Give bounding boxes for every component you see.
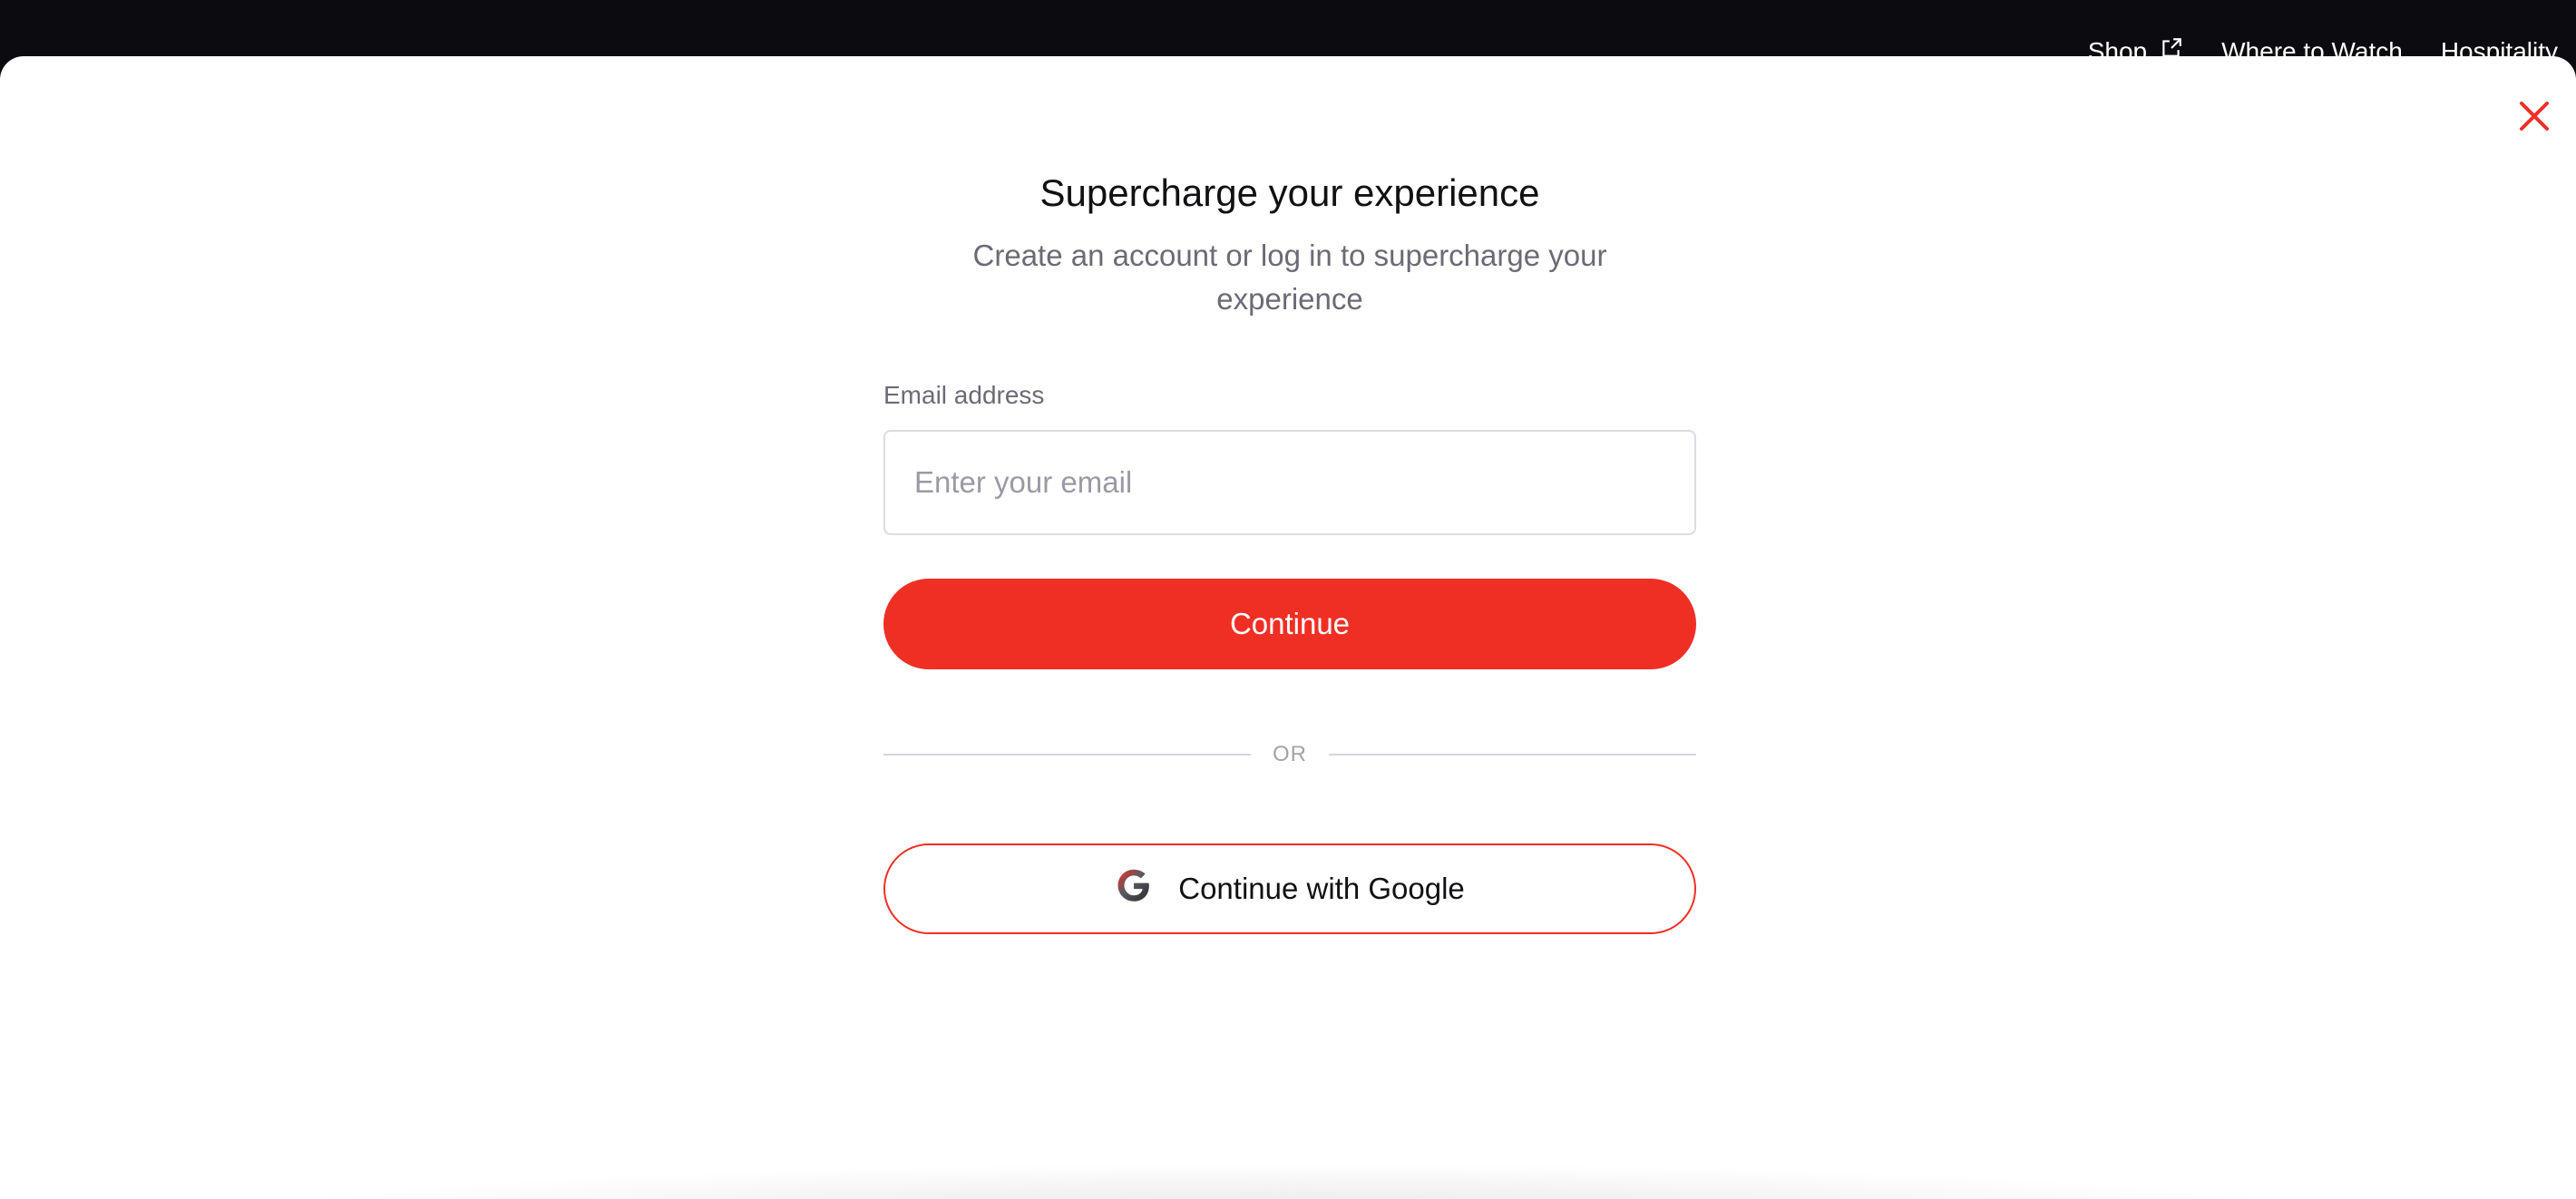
close-icon — [2514, 102, 2554, 140]
divider-line — [883, 754, 1251, 755]
divider-text: OR — [1273, 742, 1307, 766]
or-divider: OR — [883, 742, 1696, 767]
auth-form: Supercharge your experience Create an ac… — [883, 165, 1696, 934]
bottom-shadow — [227, 1163, 2349, 1199]
google-button-label: Continue with Google — [1178, 872, 1465, 905]
continue-with-google-button[interactable]: Continue with Google — [883, 843, 1696, 934]
modal-subtitle: Create an account or log in to superchar… — [972, 239, 1607, 316]
email-input[interactable] — [883, 430, 1696, 535]
divider-line — [1329, 754, 1696, 755]
google-icon — [1115, 868, 1153, 911]
email-label: Email address — [883, 381, 1045, 409]
top-navigation-bar: Shop Where to Watch Hospitality — [0, 0, 2576, 65]
modal-title: Supercharge your experience — [1039, 171, 1540, 214]
close-button[interactable] — [2514, 96, 2554, 136]
auth-modal: Supercharge your experience Create an ac… — [0, 56, 2576, 1199]
continue-button[interactable]: Continue — [883, 579, 1696, 669]
